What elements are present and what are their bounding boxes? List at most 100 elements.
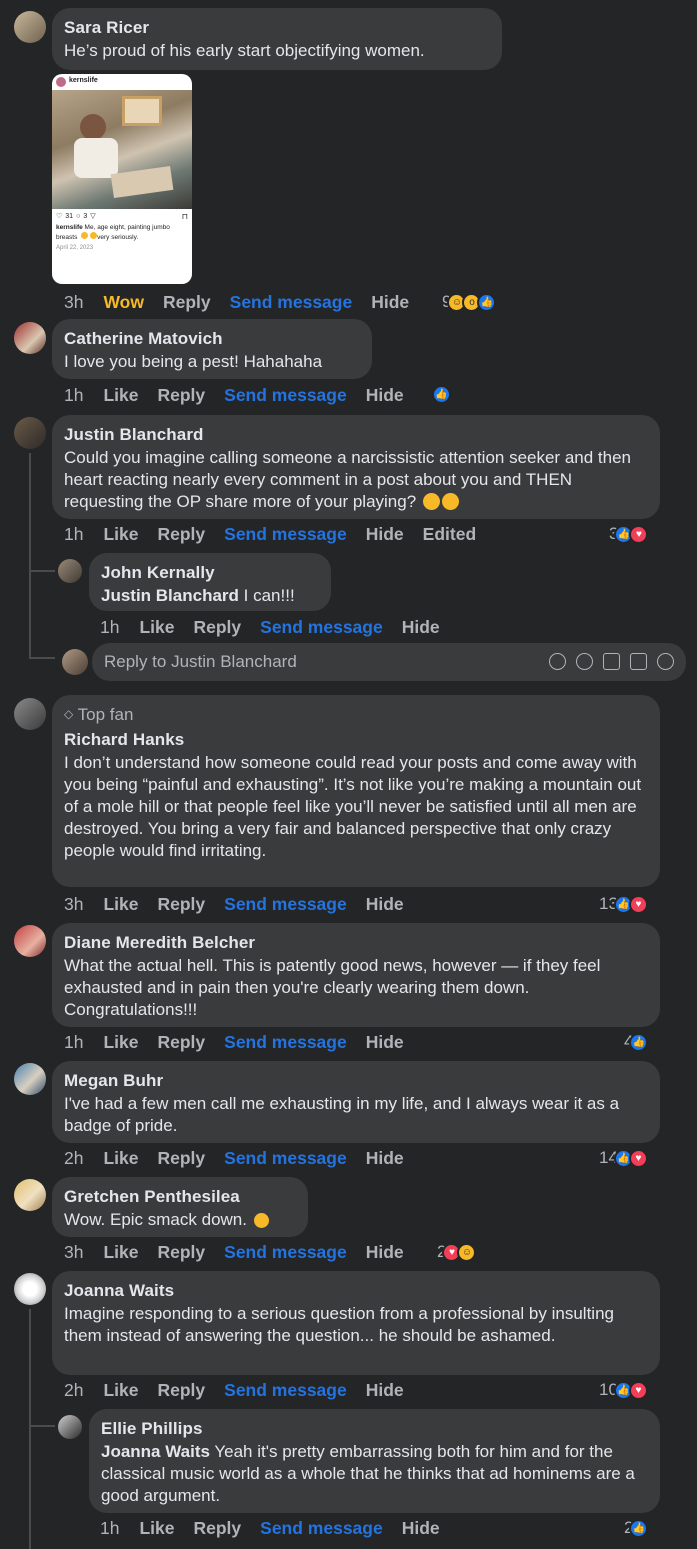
- reaction-summary[interactable]: 13 👍 ♥: [599, 893, 648, 915]
- reaction-summary[interactable]: 3 👍 ♥: [609, 523, 649, 545]
- gif-icon[interactable]: [630, 653, 647, 670]
- comment-time[interactable]: 3h: [64, 894, 83, 915]
- send-message-button[interactable]: Send message: [224, 1242, 347, 1263]
- like-button[interactable]: Like: [103, 385, 138, 406]
- reply-button[interactable]: Reply: [163, 292, 211, 313]
- comment-author[interactable]: Diane Meredith Belcher: [64, 931, 648, 955]
- hide-button[interactable]: Hide: [366, 1032, 404, 1053]
- emoji-icon[interactable]: [576, 653, 593, 670]
- comment-author[interactable]: Richard Hanks: [64, 728, 648, 752]
- comment-bubble: Megan Buhr I've had a few men call me ex…: [52, 1061, 660, 1143]
- mention-link[interactable]: Justin Blanchard: [101, 586, 239, 605]
- reaction-summary[interactable]: 14 👍 ♥: [599, 1147, 648, 1169]
- wow-reaction-button[interactable]: Wow: [103, 292, 144, 313]
- reply-time[interactable]: 1h: [100, 1518, 119, 1539]
- comment-text: He’s proud of his early start objectifyi…: [64, 41, 425, 60]
- reply-author[interactable]: Ellie Phillips: [101, 1417, 648, 1441]
- hide-button[interactable]: Hide: [371, 292, 409, 313]
- like-button[interactable]: Like: [103, 1148, 138, 1169]
- send-message-button[interactable]: Send message: [230, 292, 353, 313]
- avatar[interactable]: [14, 1063, 46, 1095]
- like-button[interactable]: Like: [103, 524, 138, 545]
- reply-button[interactable]: Reply: [158, 1380, 206, 1401]
- send-message-button[interactable]: Send message: [224, 524, 347, 545]
- comment-author[interactable]: Sara Ricer: [64, 16, 490, 40]
- like-button[interactable]: Like: [103, 894, 138, 915]
- reply-text: Joanna Waits Yeah it's pretty embarrassi…: [101, 1442, 635, 1505]
- avatar[interactable]: [14, 11, 46, 43]
- send-message-button[interactable]: Send message: [260, 1518, 383, 1539]
- comment-time[interactable]: 3h: [64, 1242, 83, 1263]
- comment-author[interactable]: Gretchen Penthesilea: [64, 1185, 296, 1209]
- comment-text: What the actual hell. This is patently g…: [64, 956, 601, 1019]
- avatar[interactable]: [58, 559, 82, 583]
- hide-button[interactable]: Hide: [402, 617, 440, 638]
- comment-time[interactable]: 1h: [64, 524, 83, 545]
- hide-button[interactable]: Hide: [366, 1380, 404, 1401]
- comment-time[interactable]: 1h: [64, 385, 83, 406]
- like-button[interactable]: Like: [103, 1242, 138, 1263]
- comment-author[interactable]: Catherine Matovich: [64, 327, 360, 351]
- reply-input[interactable]: Reply to Justin Blanchard: [92, 643, 686, 681]
- send-message-button[interactable]: Send message: [260, 617, 383, 638]
- send-message-button[interactable]: Send message: [224, 1032, 347, 1053]
- comment-author[interactable]: Megan Buhr: [64, 1069, 648, 1093]
- comment-bubble: Gretchen Penthesilea Wow. Epic smack dow…: [52, 1177, 308, 1237]
- hide-button[interactable]: Hide: [366, 1148, 404, 1169]
- reply-button[interactable]: Reply: [194, 617, 242, 638]
- send-message-button[interactable]: Send message: [224, 1148, 347, 1169]
- reply-time[interactable]: 1h: [100, 617, 119, 638]
- reply-button[interactable]: Reply: [158, 1032, 206, 1053]
- reaction-summary[interactable]: 👍: [430, 383, 451, 405]
- comment-actions: 1h Like Reply Send message Hide: [64, 383, 423, 407]
- hide-button[interactable]: Hide: [366, 894, 404, 915]
- reaction-summary[interactable]: 2 ♥ ☺: [437, 1241, 477, 1263]
- like-button[interactable]: Like: [139, 617, 174, 638]
- edited-label: Edited: [422, 523, 477, 544]
- comment-author[interactable]: Justin Blanchard: [64, 423, 648, 447]
- avatar[interactable]: [14, 1179, 46, 1211]
- avatar-sticker-icon[interactable]: [549, 653, 566, 670]
- comment-time[interactable]: 3h: [64, 292, 83, 313]
- reply-button[interactable]: Reply: [158, 894, 206, 915]
- avatar[interactable]: [58, 1415, 82, 1439]
- avatar[interactable]: [14, 417, 46, 449]
- reply-button[interactable]: Reply: [158, 1242, 206, 1263]
- comment-time[interactable]: 2h: [64, 1148, 83, 1169]
- comment-bubble: ◇ Top fan Richard Hanks I don’t understa…: [52, 695, 660, 887]
- reply-author[interactable]: John Kernally: [101, 561, 319, 585]
- comment-time[interactable]: 1h: [64, 1032, 83, 1053]
- like-button[interactable]: Like: [103, 1380, 138, 1401]
- comment-attachment-image[interactable]: kernslife ♡ 31 ○ 3 ▽ ⊓ kernslife Me, age e…: [52, 74, 192, 284]
- hide-button[interactable]: Hide: [366, 1242, 404, 1263]
- sticker-icon[interactable]: [657, 653, 674, 670]
- send-message-button[interactable]: Send message: [224, 1380, 347, 1401]
- reply-bubble: John Kernally Justin Blanchard I can!!!: [89, 553, 331, 611]
- camera-icon[interactable]: [603, 653, 620, 670]
- reply-button[interactable]: Reply: [158, 524, 206, 545]
- avatar[interactable]: [14, 322, 46, 354]
- comment-author[interactable]: Joanna Waits: [64, 1279, 648, 1303]
- reply-input-placeholder: Reply to Justin Blanchard: [104, 652, 297, 671]
- send-message-button[interactable]: Send message: [224, 385, 347, 406]
- comment-time[interactable]: 2h: [64, 1380, 83, 1401]
- hide-button[interactable]: Hide: [366, 385, 404, 406]
- avatar[interactable]: [14, 925, 46, 957]
- send-message-button[interactable]: Send message: [224, 894, 347, 915]
- hide-button[interactable]: Hide: [366, 524, 404, 545]
- reply-button[interactable]: Reply: [158, 385, 206, 406]
- avatar[interactable]: [14, 1273, 46, 1305]
- reaction-summary[interactable]: 9 ☺ o 👍: [442, 291, 497, 313]
- comment-bubble: Diane Meredith Belcher What the actual h…: [52, 923, 660, 1027]
- reply-button[interactable]: Reply: [158, 1148, 206, 1169]
- avatar[interactable]: [14, 698, 46, 730]
- reaction-summary[interactable]: 10 👍 ♥: [599, 1379, 648, 1401]
- reaction-summary[interactable]: 2 👍: [624, 1517, 649, 1539]
- reply-button[interactable]: Reply: [194, 1518, 242, 1539]
- reaction-summary[interactable]: 4 👍: [624, 1031, 649, 1053]
- mention-link[interactable]: Joanna Waits: [101, 1442, 210, 1461]
- love-reaction-icon: ♥: [628, 894, 648, 914]
- hide-button[interactable]: Hide: [402, 1518, 440, 1539]
- like-button[interactable]: Like: [103, 1032, 138, 1053]
- like-button[interactable]: Like: [139, 1518, 174, 1539]
